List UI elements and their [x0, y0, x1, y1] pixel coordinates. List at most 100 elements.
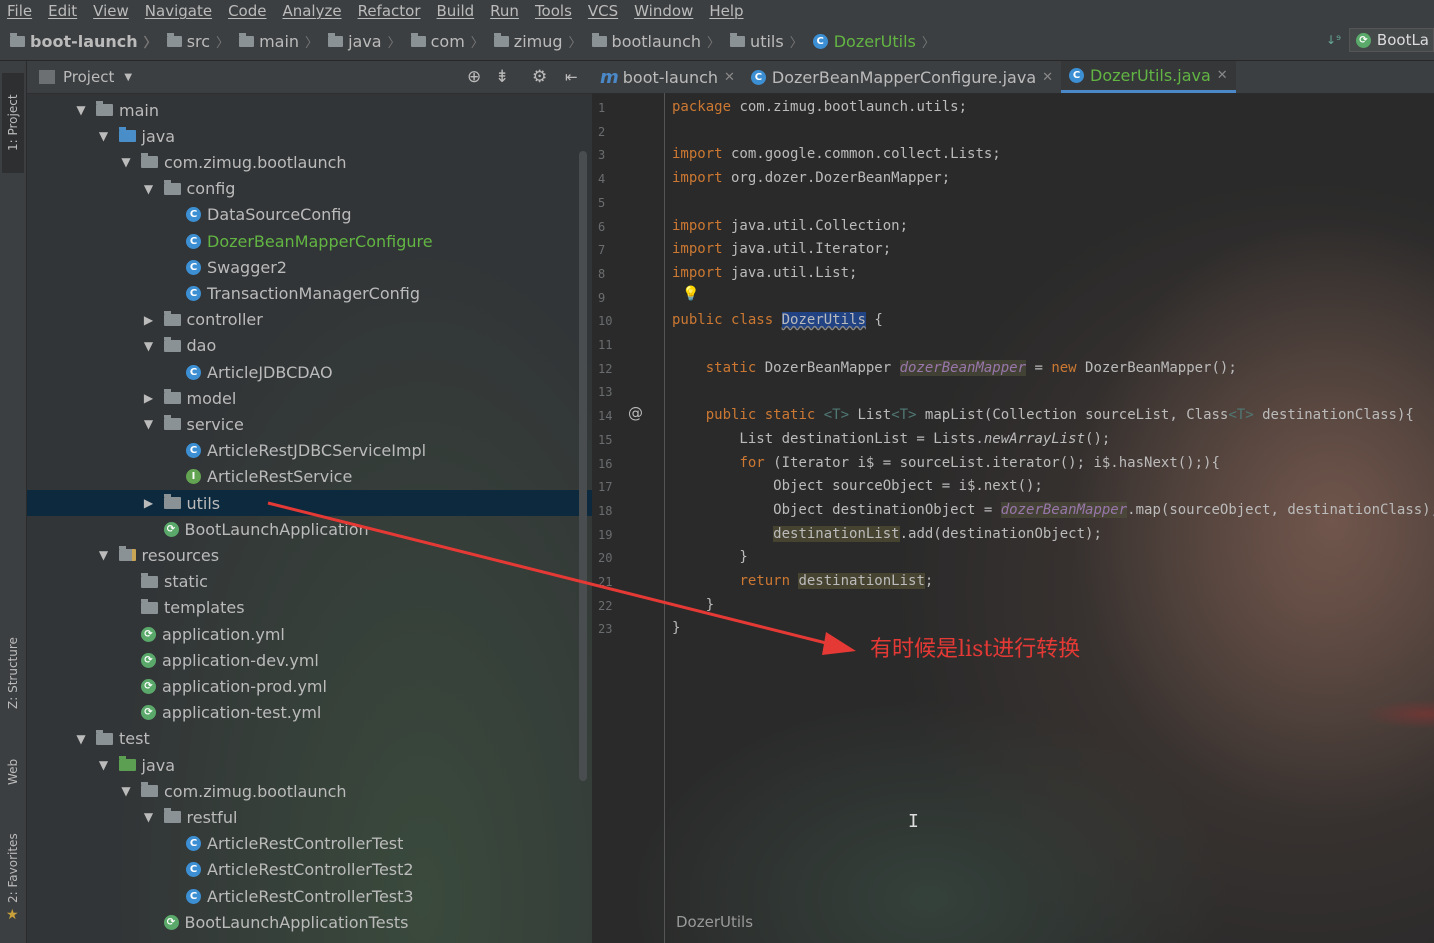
tree-item-label: controller — [186, 310, 263, 330]
line-gutter: @ 💡 1 2 3 4 5 6 7 8 9 10 11 12 13 14 15 16 17 18 19 20 21 22 2… — [592, 93, 699, 943]
tree-item-transactionmanagerconfig[interactable]: C TransactionManagerConfig — [27, 280, 592, 306]
tab-favorites[interactable]: 2: Favorites — [2, 826, 24, 911]
tree-item-model[interactable]: ▶ model — [27, 385, 592, 411]
tree-item-controller[interactable]: ▶ controller — [27, 307, 592, 333]
expanded-arrow-icon[interactable]: ▼ — [97, 548, 111, 562]
breadcrumb-com[interactable]: com 〉 — [410, 32, 484, 51]
close-icon[interactable]: ✕ — [724, 70, 735, 85]
collapse-all-icon[interactable]: ⇟ — [495, 67, 509, 87]
tree-item-label: service — [186, 414, 244, 434]
tree-item-restful[interactable]: ▼ restful — [27, 804, 592, 830]
collapsed-arrow-icon[interactable]: ▶ — [142, 391, 156, 405]
breadcrumb-bootlaunch[interactable]: bootlaunch 〉 — [591, 32, 720, 51]
menu-item-tools[interactable]: Tools — [535, 2, 572, 20]
tree-item-articlerestcontrollertest3[interactable]: C ArticleRestControllerTest3 — [27, 883, 592, 909]
editor-tab-dozerbeanmapperconfigure-java[interactable]: C DozerBeanMapperConfigure.java ✕ — [743, 61, 1061, 93]
expanded-arrow-icon[interactable]: ▼ — [142, 810, 156, 824]
breadcrumb-utils[interactable]: utils 〉 — [730, 32, 803, 51]
tree-item-application-prod-yml[interactable]: ⟳ application-prod.yml — [27, 673, 592, 699]
tree-item-label: Swagger2 — [207, 257, 287, 277]
expanded-arrow-icon[interactable]: ▼ — [74, 732, 88, 746]
tree-item-utils[interactable]: ▶ utils — [27, 490, 592, 516]
line-number: 16 — [598, 456, 613, 471]
tree-item-test[interactable]: ▼ test — [27, 726, 592, 752]
tree-item-dao[interactable]: ▼ dao — [27, 333, 592, 359]
tree-item-swagger2[interactable]: C Swagger2 — [27, 254, 592, 280]
tree-item-static[interactable]: static — [27, 569, 592, 595]
tree-item-main[interactable]: ▼ main — [27, 97, 592, 123]
tree-item-articlerestcontrollertest[interactable]: C ArticleRestControllerTest — [27, 831, 592, 857]
project-panel-title[interactable]: Project — [63, 68, 114, 86]
tree-item-articlejdbcdao[interactable]: C ArticleJDBCDAO — [27, 359, 592, 385]
breadcrumb-src[interactable]: src 〉 — [166, 32, 229, 51]
text-cursor-icon: I — [908, 811, 919, 832]
breadcrumb-java[interactable]: java 〉 — [328, 32, 401, 51]
expanded-arrow-icon[interactable]: ▼ — [142, 417, 156, 431]
expanded-arrow-icon[interactable]: ▼ — [119, 784, 133, 798]
expanded-arrow-icon[interactable]: ▼ — [97, 758, 111, 772]
menu-item-view[interactable]: View — [93, 2, 129, 20]
menu-item-analyze[interactable]: Analyze — [282, 2, 341, 20]
tree-item-application-yml[interactable]: ⟳ application.yml — [27, 621, 592, 647]
tree-item-label: test — [119, 729, 150, 749]
breadcrumb-main[interactable]: main 〉 — [239, 32, 318, 51]
menu-item-window[interactable]: Window — [634, 2, 693, 20]
hide-panel-icon[interactable]: ⇤ — [565, 68, 578, 86]
tree-item-config[interactable]: ▼ config — [27, 176, 592, 202]
breadcrumb-dozerutils[interactable]: C DozerUtils 〉 — [812, 32, 935, 51]
tree-item-articlerestjdbcserviceimpl[interactable]: C ArticleRestJDBCServiceImpl — [27, 438, 592, 464]
collapsed-arrow-icon[interactable]: ▶ — [142, 496, 156, 510]
menu-item-file[interactable]: File — [7, 2, 32, 20]
close-icon[interactable]: ✕ — [1042, 70, 1053, 85]
tree-item-templates[interactable]: templates — [27, 595, 592, 621]
tree-item-com-zimug-bootlaunch[interactable]: ▼ com.zimug.bootlaunch — [27, 778, 592, 804]
tree-item-articlerestcontrollertest2[interactable]: C ArticleRestControllerTest2 — [27, 857, 592, 883]
tab-structure[interactable]: Z: Structure — [2, 621, 24, 726]
tab-project[interactable]: 1: Project — [2, 73, 24, 173]
chevron-down-icon[interactable]: ▼ — [124, 72, 132, 83]
menu-item-vcs[interactable]: VCS — [588, 2, 618, 20]
menu-item-help[interactable]: Help — [709, 2, 743, 20]
tree-item-application-test-yml[interactable]: ⟳ application-test.yml — [27, 700, 592, 726]
gear-icon[interactable]: ⚙ — [532, 67, 547, 87]
tree-item-articlerestservice[interactable]: I ArticleRestService — [27, 464, 592, 490]
menu-item-refactor[interactable]: Refactor — [358, 2, 421, 20]
menu-item-edit[interactable]: Edit — [48, 2, 77, 20]
tree-item-datasourceconfig[interactable]: C DataSourceConfig — [27, 202, 592, 228]
menu-item-build[interactable]: Build — [437, 2, 475, 20]
tree-item-application-dev-yml[interactable]: ⟳ application-dev.yml — [27, 647, 592, 673]
menu-item-navigate[interactable]: Navigate — [145, 2, 212, 20]
breadcrumb-zimug[interactable]: zimug 〉 — [493, 32, 582, 51]
tab-web[interactable]: Web — [2, 747, 24, 797]
tree-item-com-zimug-bootlaunch[interactable]: ▼ com.zimug.bootlaunch — [27, 149, 592, 175]
menu-item-code[interactable]: Code — [228, 2, 266, 20]
tree-item-resources[interactable]: ▼ resources — [27, 542, 592, 568]
expanded-arrow-icon[interactable]: ▼ — [74, 103, 88, 117]
expanded-arrow-icon[interactable]: ▼ — [142, 339, 156, 353]
expanded-arrow-icon[interactable]: ▼ — [97, 129, 111, 143]
override-marker-icon[interactable]: @ — [628, 404, 643, 422]
close-icon[interactable]: ✕ — [1217, 68, 1228, 83]
tree-item-service[interactable]: ▼ service — [27, 411, 592, 437]
tree-item-java[interactable]: ▼ java — [27, 123, 592, 149]
run-config-selector[interactable]: ⟳ BootLa — [1348, 28, 1434, 52]
tree-item-dozerbeanmapperconfigure[interactable]: C DozerBeanMapperConfigure — [27, 228, 592, 254]
tree-item-bootlaunchapplication[interactable]: ⟳ BootLaunchApplication — [27, 516, 592, 542]
menu-item-run[interactable]: Run — [490, 2, 519, 20]
editor-tab-dozerutils-java[interactable]: C DozerUtils.java ✕ — [1061, 61, 1236, 93]
sort-icon[interactable]: ↓⁹ — [1326, 33, 1341, 47]
tree-item-label: utils — [186, 493, 221, 513]
line-number: 18 — [598, 503, 613, 518]
expanded-arrow-icon[interactable]: ▼ — [142, 182, 156, 196]
expanded-arrow-icon[interactable]: ▼ — [119, 155, 133, 169]
tree-item-java[interactable]: ▼ java — [27, 752, 592, 778]
lightbulb-icon[interactable]: 💡 — [682, 286, 699, 302]
editor-breadcrumb[interactable]: DozerUtils — [676, 913, 753, 931]
breadcrumb-boot-launch[interactable]: boot-launch 〉 — [10, 32, 157, 51]
project-scrollbar[interactable] — [579, 151, 587, 781]
locate-icon[interactable]: ⊕ — [467, 67, 481, 87]
collapsed-arrow-icon[interactable]: ▶ — [142, 313, 156, 327]
tree-item-bootlaunchapplicationtests[interactable]: ⟳ BootLaunchApplicationTests — [27, 909, 592, 935]
editor-tab-boot-launch[interactable]: m boot-launch ✕ — [592, 61, 743, 93]
editor-tabs: m boot-launch ✕ C DozerBeanMapperConfigure.j… — [592, 61, 1434, 94]
